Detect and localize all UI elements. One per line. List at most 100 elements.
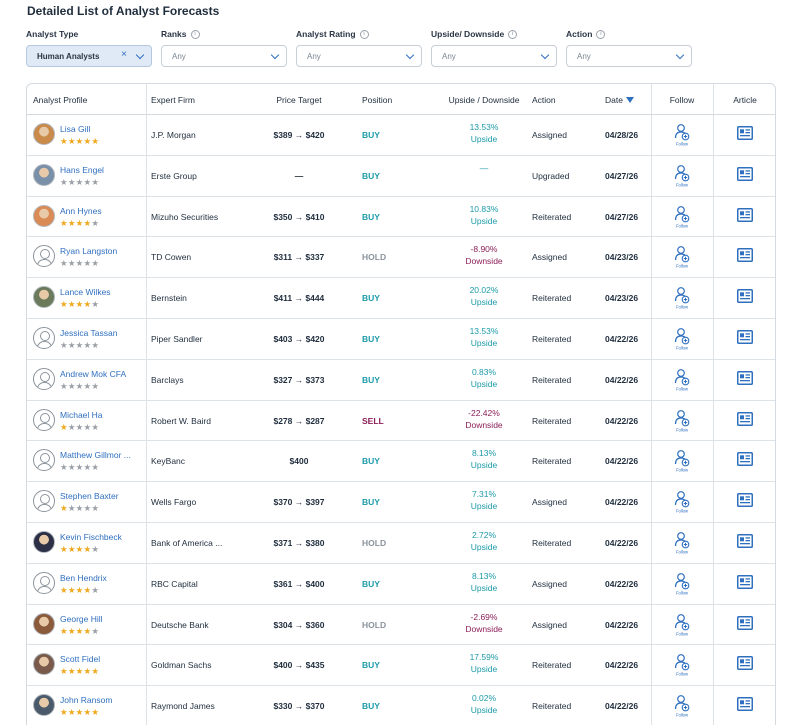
article-icon[interactable] (737, 574, 753, 589)
price-target: $361 → $400 (273, 578, 325, 589)
follow-label: Follow (676, 590, 689, 595)
col-price-target[interactable]: Price Target (259, 84, 339, 115)
analyst-name-link[interactable]: Lance Wilkes (60, 287, 111, 297)
follow-user-icon[interactable]: Follow (673, 449, 691, 473)
avatar[interactable] (33, 204, 55, 227)
follow-user-icon[interactable]: Follow (673, 572, 691, 596)
analyst-name-link[interactable]: Hans Engel (60, 165, 104, 175)
article-icon[interactable] (737, 656, 753, 671)
position-badge: BUY (362, 211, 380, 222)
analyst-name-link[interactable]: George Hill (60, 614, 103, 624)
col-position[interactable]: Position (362, 84, 392, 115)
analyst-rating-select[interactable]: Any (296, 45, 422, 67)
upside-downside-value: — (479, 162, 489, 173)
info-icon[interactable]: i (190, 29, 200, 39)
col-date[interactable]: Date (605, 84, 634, 115)
follow-user-icon[interactable]: Follow (673, 613, 691, 637)
analyst-name-link[interactable]: Michael Ha (60, 410, 103, 420)
follow-user-icon[interactable]: Follow (673, 286, 691, 310)
avatar[interactable] (33, 612, 55, 635)
star-rating: ★★★★★ (60, 177, 99, 188)
expert-firm: TD Cowen (151, 252, 192, 263)
analyst-name-link[interactable]: John Ransom (60, 695, 112, 705)
col-expert-firm[interactable]: Expert Firm (151, 84, 195, 115)
article-icon[interactable] (737, 493, 753, 508)
star-rating: ★★★★★ (60, 218, 99, 229)
avatar-placeholder-icon[interactable] (33, 367, 55, 390)
follow-user-icon[interactable]: Follow (673, 245, 691, 269)
analyst-name-link[interactable]: Scott Fidel (60, 654, 100, 664)
price-target: $304 → $360 (273, 619, 325, 630)
analyst-name-link[interactable]: Andrew Mok CFA (60, 369, 126, 379)
article-cell (713, 197, 775, 237)
upside-downside: 8.13% Upside (439, 441, 529, 481)
article-icon[interactable] (737, 697, 753, 712)
article-icon[interactable] (737, 330, 753, 344)
article-icon[interactable] (737, 126, 753, 140)
follow-user-icon[interactable]: Follow (673, 531, 691, 555)
article-icon[interactable] (737, 411, 753, 426)
avatar[interactable] (33, 163, 55, 186)
position-badge: HOLD (362, 538, 387, 548)
avatar-placeholder-icon[interactable] (33, 245, 55, 268)
star-icon: ★ (60, 421, 68, 432)
analyst-name-link[interactable]: Lisa Gill (60, 124, 90, 134)
avatar-placeholder-icon[interactable] (33, 327, 55, 349)
article-icon[interactable] (737, 166, 753, 181)
col-upside-downside[interactable]: Upside / Downside (439, 84, 529, 115)
star-icon: ★ (67, 625, 76, 636)
follow-cell: Follow (651, 237, 713, 277)
analyst-profile-cell: Kevin Fischbeck ★★★★★ (27, 523, 146, 563)
avatar-placeholder-icon[interactable] (33, 490, 55, 513)
upside-downside-select[interactable]: Any (431, 45, 557, 67)
article-icon[interactable] (737, 207, 753, 222)
ranks-select[interactable]: Any (161, 45, 287, 67)
analyst-name-link[interactable]: Ryan Langston (60, 246, 117, 256)
follow-user-icon[interactable]: Follow (673, 694, 691, 718)
follow-user-icon[interactable]: Follow (673, 368, 691, 392)
article-icon[interactable] (737, 452, 753, 467)
avatar-placeholder-icon[interactable] (33, 408, 55, 431)
article-icon[interactable] (737, 534, 753, 548)
avatar[interactable] (33, 653, 55, 676)
follow-user-icon[interactable]: Follow (673, 205, 691, 229)
analyst-name-link[interactable]: Matthew Gillmor ... (60, 450, 131, 460)
info-icon[interactable]: i (596, 29, 606, 39)
follow-user-icon[interactable]: Follow (673, 123, 691, 147)
analyst-type-select[interactable]: Human Analysts × (26, 45, 152, 67)
col-analyst-profile[interactable]: Analyst Profile (33, 84, 87, 115)
avatar-placeholder-icon[interactable] (33, 571, 55, 594)
star-icon: ★ (60, 176, 68, 187)
follow-user-icon[interactable]: Follow (673, 409, 691, 433)
follow-label: Follow (676, 182, 689, 187)
clear-icon[interactable]: × (121, 49, 127, 60)
info-icon[interactable]: i (359, 29, 369, 39)
col-action[interactable]: Action (532, 84, 556, 115)
analyst-name-link[interactable]: Ann Hynes (60, 206, 102, 216)
page-title: Detailed List of Analyst Forecasts (27, 4, 220, 18)
follow-user-icon[interactable]: Follow (673, 327, 691, 351)
analyst-name-link[interactable]: Ben Hendrix (60, 573, 107, 583)
analyst-name-link[interactable]: Stephen Baxter (60, 491, 119, 501)
follow-user-icon[interactable]: Follow (673, 164, 691, 188)
article-icon[interactable] (737, 289, 753, 304)
avatar[interactable] (33, 694, 55, 717)
action-select[interactable]: Any (566, 45, 692, 67)
position-badge: BUY (362, 170, 380, 181)
star-icon: ★ (67, 258, 76, 269)
article-icon[interactable] (737, 370, 753, 385)
follow-cell: Follow (651, 319, 713, 359)
follow-user-icon[interactable]: Follow (673, 490, 691, 514)
article-icon[interactable] (737, 248, 753, 263)
expert-firm: Barclays (151, 374, 184, 385)
avatar[interactable] (33, 123, 55, 145)
avatar[interactable] (33, 286, 55, 309)
avatar[interactable] (33, 531, 55, 553)
analyst-name-link[interactable]: Kevin Fischbeck (60, 532, 122, 542)
avatar-placeholder-icon[interactable] (33, 449, 55, 472)
article-icon[interactable] (737, 615, 753, 630)
analyst-name-link[interactable]: Jessica Tassan (60, 328, 117, 338)
follow-user-icon[interactable]: Follow (673, 653, 691, 677)
info-icon[interactable]: i (508, 29, 518, 39)
date-text: 04/27/26 (605, 211, 639, 222)
